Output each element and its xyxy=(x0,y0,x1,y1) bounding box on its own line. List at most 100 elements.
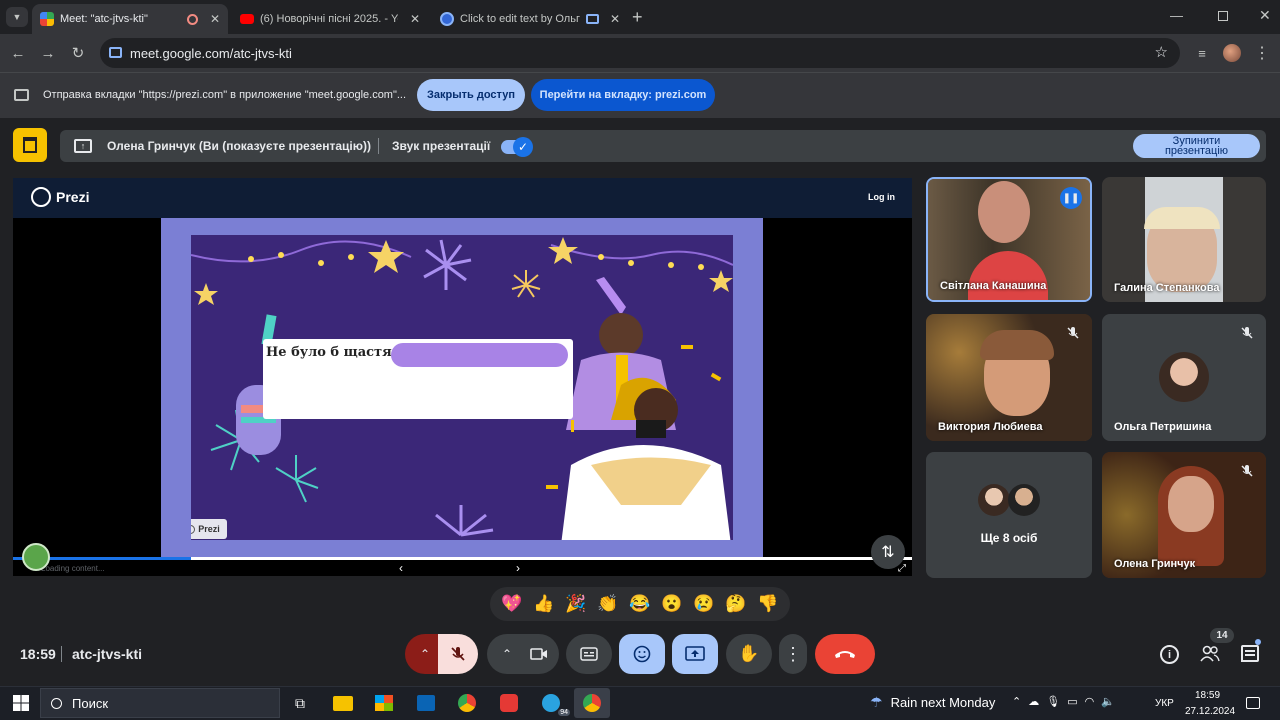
reaction-emoji[interactable]: 👎 xyxy=(757,594,778,614)
back-icon[interactable]: ← xyxy=(6,41,30,65)
speaking-indicator-icon: ❚❚ xyxy=(1060,187,1082,209)
previous-step-icon[interactable]: ‹ xyxy=(399,561,403,575)
reload-icon[interactable]: ↻ xyxy=(66,41,90,65)
notifications-icon[interactable] xyxy=(1246,697,1260,709)
participant-tile[interactable]: Виктория Любиева xyxy=(926,314,1092,441)
slide: Не було б щастя, Prezi xyxy=(161,218,763,558)
activities-icon[interactable] xyxy=(13,128,47,162)
maximize-icon[interactable] xyxy=(1218,11,1228,21)
site-info-icon[interactable] xyxy=(109,47,122,58)
stop-sharing-button[interactable]: Закрыть доступ xyxy=(417,79,525,111)
prezi-favicon-icon xyxy=(440,12,454,26)
wps-office-icon[interactable] xyxy=(496,690,522,716)
divider xyxy=(378,138,379,154)
captions-icon xyxy=(580,647,598,661)
prezi-watermark[interactable]: Prezi xyxy=(191,519,227,539)
reaction-emoji[interactable]: 👍 xyxy=(533,594,554,614)
participant-tile[interactable]: ❚❚ Світлана Канашина xyxy=(926,177,1092,302)
login-link[interactable]: Log in xyxy=(868,192,895,202)
participant-tile[interactable]: Галина Степанкова xyxy=(1102,177,1266,302)
reaction-emoji[interactable]: 💖 xyxy=(501,594,522,614)
forward-icon[interactable]: → xyxy=(36,41,60,65)
new-tab-icon[interactable]: + xyxy=(632,7,643,28)
address-bar[interactable]: meet.google.com/atc-jtvs-kti ☆ xyxy=(100,38,1180,68)
reactions-button[interactable] xyxy=(619,634,665,674)
file-explorer-icon[interactable] xyxy=(330,690,356,716)
tab-prezi[interactable]: Click to edit text by Ольга ✕ xyxy=(432,4,628,34)
people-icon[interactable] xyxy=(1199,644,1221,664)
raise-hand-button[interactable]: ✋ xyxy=(726,634,772,674)
close-window-icon[interactable]: ✕ xyxy=(1259,7,1271,24)
bookmark-star-icon[interactable]: ☆ xyxy=(1155,43,1168,61)
divider xyxy=(61,646,62,662)
close-tab-icon[interactable]: ✕ xyxy=(210,12,220,26)
more-participants-tile[interactable]: Ще 8 осіб xyxy=(926,452,1092,578)
reaction-emoji[interactable]: 🎉 xyxy=(565,594,586,614)
reaction-emoji[interactable]: 😮 xyxy=(661,594,682,614)
sharing-message: Отправка вкладки "https://prezi.com" в п… xyxy=(43,89,407,101)
clock-time[interactable]: 18:59 xyxy=(1195,690,1220,701)
prezi-header: Prezi Log in xyxy=(13,178,912,218)
captions-button[interactable] xyxy=(566,634,612,674)
present-icon xyxy=(685,646,705,661)
microsoft-store-icon[interactable] xyxy=(371,690,397,716)
show-hidden-icons-icon[interactable]: ⌃ xyxy=(1012,695,1021,708)
close-tab-icon[interactable]: ✕ xyxy=(410,12,420,26)
chrome-icon[interactable] xyxy=(454,690,480,716)
task-view-icon[interactable]: ⧉ xyxy=(287,690,313,716)
chrome-active-icon[interactable] xyxy=(574,688,610,718)
reaction-emoji[interactable]: 👏 xyxy=(597,594,618,614)
windows-start-icon[interactable] xyxy=(8,690,34,716)
screen-share-icon xyxy=(586,14,599,24)
language-indicator[interactable]: УКР xyxy=(1155,698,1174,709)
camera-toggle-button[interactable] xyxy=(519,634,559,674)
presenting-bar: ↑ Олена Гринчук (Ви (показуєте презентац… xyxy=(60,130,1266,162)
leave-call-button[interactable] xyxy=(815,634,875,674)
telegram-icon[interactable]: 94 xyxy=(538,690,570,716)
microphone-toggle-button[interactable] xyxy=(438,634,478,674)
presentation-audio-toggle[interactable]: ✓ xyxy=(501,137,533,157)
reaction-emoji[interactable]: 😂 xyxy=(629,594,650,614)
browser-menu-icon[interactable]: ⋮ xyxy=(1250,41,1274,65)
outlook-icon[interactable] xyxy=(413,690,439,716)
chat-icon[interactable] xyxy=(1241,645,1259,662)
meeting-time: 18:59 xyxy=(20,646,56,662)
tab-search-button[interactable]: ▼ xyxy=(6,7,28,27)
minimize-icon[interactable]: — xyxy=(1170,8,1183,23)
reaction-emoji[interactable]: 😢 xyxy=(693,594,714,614)
telegram-badge: 94 xyxy=(558,709,570,716)
wifi-icon: ◠ xyxy=(1084,696,1095,708)
present-now-button[interactable] xyxy=(672,634,718,674)
avatar xyxy=(978,484,1010,516)
profile-avatar[interactable] xyxy=(1223,44,1241,62)
participant-hair xyxy=(980,330,1054,360)
weather-text: Rain next Monday xyxy=(890,695,996,710)
presenter-label: Олена Гринчук (Ви (показуєте презентацію… xyxy=(107,139,371,153)
weather-widget[interactable]: ☂ Rain next Monday xyxy=(870,694,995,711)
slide-text: Не було б щастя, xyxy=(266,345,397,360)
meeting-details-icon[interactable]: i xyxy=(1160,645,1179,664)
next-step-icon[interactable]: › xyxy=(516,561,520,575)
reaction-emoji[interactable]: 🤔 xyxy=(725,594,746,614)
media-controls-icon[interactable]: ≡ xyxy=(1190,41,1214,65)
taskbar-search-box[interactable]: Поиск xyxy=(40,688,280,718)
participant-tile[interactable]: Ольга Петришина xyxy=(1102,314,1266,441)
tab-youtube[interactable]: (6) Новорічні пісні 2025. - You ✕ xyxy=(232,4,428,34)
clock-date[interactable]: 27.12.2024 xyxy=(1185,706,1235,717)
system-tray[interactable]: ⌃ ☁ 🎙 ▭ ◠ 🔈 xyxy=(1012,695,1115,708)
tab-title: Click to edit text by Ольга xyxy=(460,13,580,25)
emoji-icon xyxy=(633,645,651,663)
stop-presenting-button[interactable]: Зупинити презентацію xyxy=(1133,134,1260,158)
reactions-bar: 💖 👍 🎉 👏 😂 😮 😢 🤔 👎 xyxy=(490,587,790,621)
participant-tile[interactable]: Олена Гринчук xyxy=(1102,452,1266,578)
participant-face xyxy=(978,181,1030,243)
prezi-logo-icon xyxy=(31,187,51,207)
switch-to-tab-button[interactable]: Перейти на вкладку: prezi.com xyxy=(531,79,715,111)
swap-tiles-icon[interactable]: ⇅ xyxy=(871,535,905,569)
slide-text-box[interactable]: Не було б щастя, xyxy=(263,339,573,419)
accessibility-icon[interactable] xyxy=(22,543,50,571)
more-options-button[interactable]: ⋮ xyxy=(779,634,807,674)
check-icon: ✓ xyxy=(513,137,533,157)
close-tab-icon[interactable]: ✕ xyxy=(610,12,620,26)
tab-meet[interactable]: Meet: "atc-jtvs-kti" ✕ xyxy=(32,4,228,34)
